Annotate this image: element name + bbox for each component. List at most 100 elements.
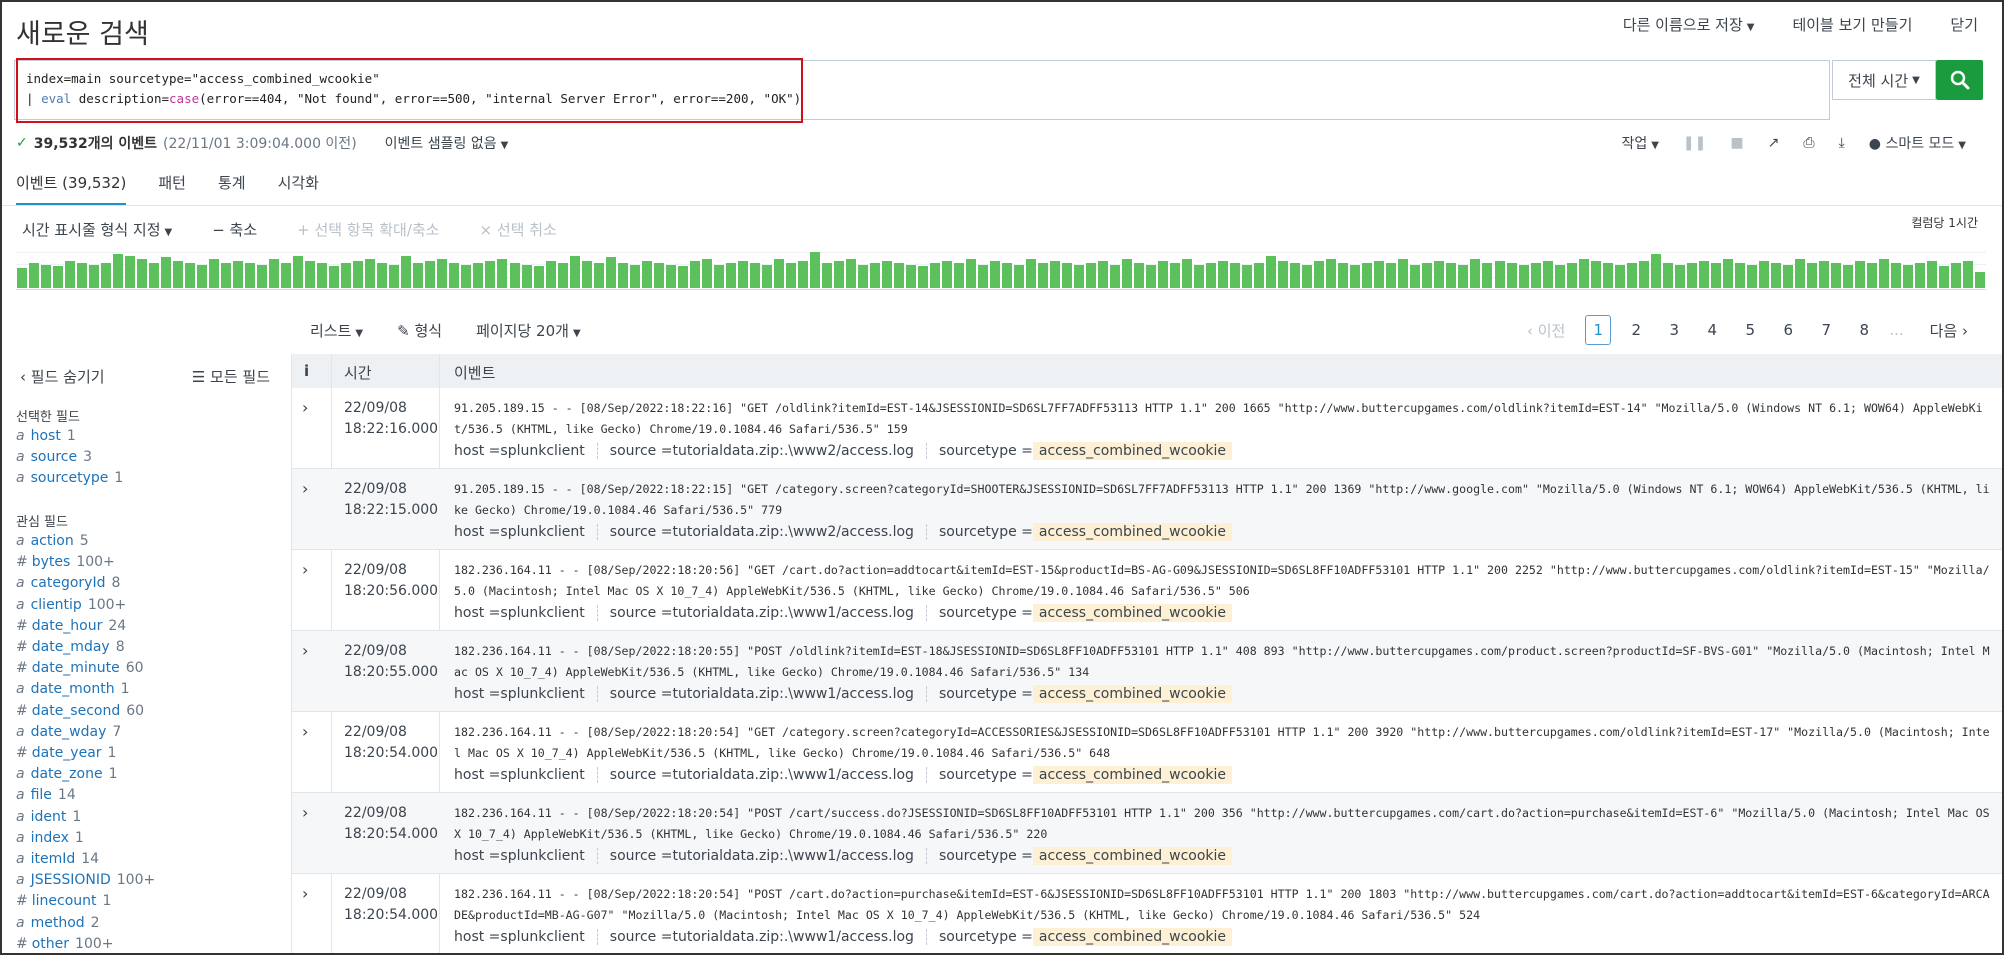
timeline-bar[interactable] <box>1122 259 1133 288</box>
timeline-bar[interactable] <box>1734 263 1745 288</box>
timeline-bar[interactable] <box>1062 263 1073 288</box>
source-value[interactable]: tutorialdata.zip:.\www1/access.log <box>672 767 913 783</box>
timeline-bar[interactable] <box>365 259 376 288</box>
table-row[interactable]: › 22/09/08 18:22:15.000 91.205.189.15 - - [… <box>292 469 2002 550</box>
table-row[interactable]: › 22/09/08 18:22:16.000 91.205.189.15 - - [… <box>292 388 2002 469</box>
timeline-bar[interactable] <box>113 254 124 288</box>
field-item[interactable]: # other 100+ <box>16 936 113 952</box>
timeline-bar[interactable] <box>737 261 748 288</box>
close-button[interactable]: 닫기 <box>1950 14 1978 35</box>
sourcetype-value[interactable]: access_combined_wcookie <box>1032 523 1233 541</box>
timeline-bar[interactable] <box>449 263 460 288</box>
page-button[interactable]: 1 <box>1585 315 1612 345</box>
field-item[interactable]: a source 3 <box>16 449 92 465</box>
sourcetype-value[interactable]: access_combined_wcookie <box>1032 766 1233 784</box>
event-time[interactable]: 22/09/08 18:20:56.000 <box>344 560 438 602</box>
sourcetype-value[interactable]: access_combined_wcookie <box>1032 928 1233 946</box>
timeline-bar[interactable] <box>413 263 424 288</box>
timeline-bar[interactable] <box>1290 263 1301 288</box>
timeline-histogram[interactable] <box>16 252 1986 290</box>
field-item[interactable]: # date_hour 24 <box>16 618 126 634</box>
timeline-bar[interactable] <box>941 261 952 288</box>
timeline-bar[interactable] <box>305 261 316 288</box>
timeline-bar[interactable] <box>1842 265 1853 288</box>
timeline-bar[interactable] <box>1590 261 1601 288</box>
timeline-bar[interactable] <box>281 263 292 288</box>
timeline-bar[interactable] <box>1926 261 1937 288</box>
timeline-bar[interactable] <box>701 259 712 288</box>
event-time[interactable]: 22/09/08 18:22:15.000 <box>344 479 438 521</box>
timeline-bar[interactable] <box>917 266 928 288</box>
field-item[interactable]: # date_mday 8 <box>16 639 125 655</box>
field-item[interactable]: a itemId 14 <box>16 851 99 867</box>
timeline-bar[interactable] <box>425 261 436 288</box>
field-item[interactable]: a categoryId 8 <box>16 575 120 591</box>
timeline-bar[interactable] <box>1350 265 1361 288</box>
field-item[interactable]: a method 2 <box>16 915 100 931</box>
timeline-bar[interactable] <box>1602 263 1613 288</box>
timeline-bar[interactable] <box>149 263 160 288</box>
timeline-bar[interactable] <box>845 259 856 288</box>
timeline-bar[interactable] <box>809 252 820 288</box>
timeline-bar[interactable] <box>833 261 844 288</box>
timeline-bar[interactable] <box>641 261 652 288</box>
tab-patterns[interactable]: 패턴 <box>158 172 186 206</box>
timeline-bar[interactable] <box>821 263 832 288</box>
timeline-bar[interactable] <box>293 256 304 288</box>
timeline-bar[interactable] <box>185 263 196 288</box>
host-value[interactable]: splunkclient <box>500 524 584 540</box>
timeline-bar[interactable] <box>173 261 184 288</box>
timeline-bar[interactable] <box>1014 265 1024 288</box>
save-as-menu[interactable]: 다른 이름으로 저장 ▼ <box>1623 14 1755 35</box>
event-raw-text[interactable]: 182.236.164.11 - - [08/Sep/2022:18:20:54… <box>454 803 1994 845</box>
timeline-bar[interactable] <box>1974 272 1985 288</box>
search-mode-menu[interactable]: ● 스마트 모드 ▼ <box>1869 133 1966 153</box>
timeline-bar[interactable] <box>1218 261 1229 288</box>
source-value[interactable]: tutorialdata.zip:.\www1/access.log <box>672 848 913 864</box>
timeline-bar[interactable] <box>329 266 340 288</box>
timeline-bar[interactable] <box>209 259 220 288</box>
timeline-bar[interactable] <box>1866 263 1877 288</box>
field-item[interactable]: a clientip 100+ <box>16 597 126 613</box>
timeline-bar[interactable] <box>1362 263 1373 288</box>
timeline-bar[interactable] <box>1794 259 1805 288</box>
timeline-bar[interactable] <box>1806 263 1817 288</box>
job-menu[interactable]: 작업 ▼ <box>1621 133 1658 153</box>
timeline-bar[interactable] <box>653 263 664 288</box>
timeline-bar[interactable] <box>1134 263 1145 288</box>
timeline-bar[interactable] <box>617 263 628 288</box>
share-icon[interactable]: ↗ <box>1768 135 1780 151</box>
timeline-bar[interactable] <box>257 265 268 288</box>
field-item[interactable]: # linecount 1 <box>16 893 111 909</box>
host-value[interactable]: splunkclient <box>500 686 584 702</box>
timeline-bar[interactable] <box>749 263 760 288</box>
event-time[interactable]: 22/09/08 18:20:54.000 <box>344 803 438 845</box>
event-time[interactable]: 22/09/08 18:20:55.000 <box>344 641 438 683</box>
timeline-bar[interactable] <box>341 263 352 288</box>
format-menu[interactable]: ✎ 형식 <box>397 320 442 341</box>
timeline-bar[interactable] <box>569 256 580 288</box>
page-button[interactable]: 5 <box>1737 315 1763 345</box>
host-value[interactable]: splunkclient <box>500 767 584 783</box>
timeline-bar[interactable] <box>1662 263 1673 288</box>
timeline-bar[interactable] <box>473 263 484 288</box>
zoom-out-button[interactable]: − 축소 <box>212 219 257 240</box>
pause-icon[interactable]: ❚❚ <box>1683 135 1706 151</box>
timeline-bar[interactable] <box>785 263 796 288</box>
per-page-menu[interactable]: 페이지당 20개 ▼ <box>476 320 581 341</box>
timeline-bar[interactable] <box>29 263 39 288</box>
source-value[interactable]: tutorialdata.zip:.\www1/access.log <box>672 686 913 702</box>
timeline-bar[interactable] <box>1626 263 1637 288</box>
sourcetype-value[interactable]: access_combined_wcookie <box>1032 442 1233 460</box>
timeline-bar[interactable] <box>353 261 364 288</box>
all-fields-button[interactable]: ☰ 모든 필드 <box>192 366 270 387</box>
field-item[interactable]: a host 1 <box>16 428 76 444</box>
timeline-bar[interactable] <box>125 256 136 288</box>
timeline-bar[interactable] <box>1446 263 1457 288</box>
timeline-bar[interactable] <box>65 261 76 288</box>
field-item[interactable]: # date_minute 60 <box>16 660 144 676</box>
field-item[interactable]: # date_second 60 <box>16 703 144 719</box>
timeline-bar[interactable] <box>1506 263 1517 288</box>
timeline-bar[interactable] <box>1674 265 1685 288</box>
timeline-bar[interactable] <box>929 263 940 288</box>
